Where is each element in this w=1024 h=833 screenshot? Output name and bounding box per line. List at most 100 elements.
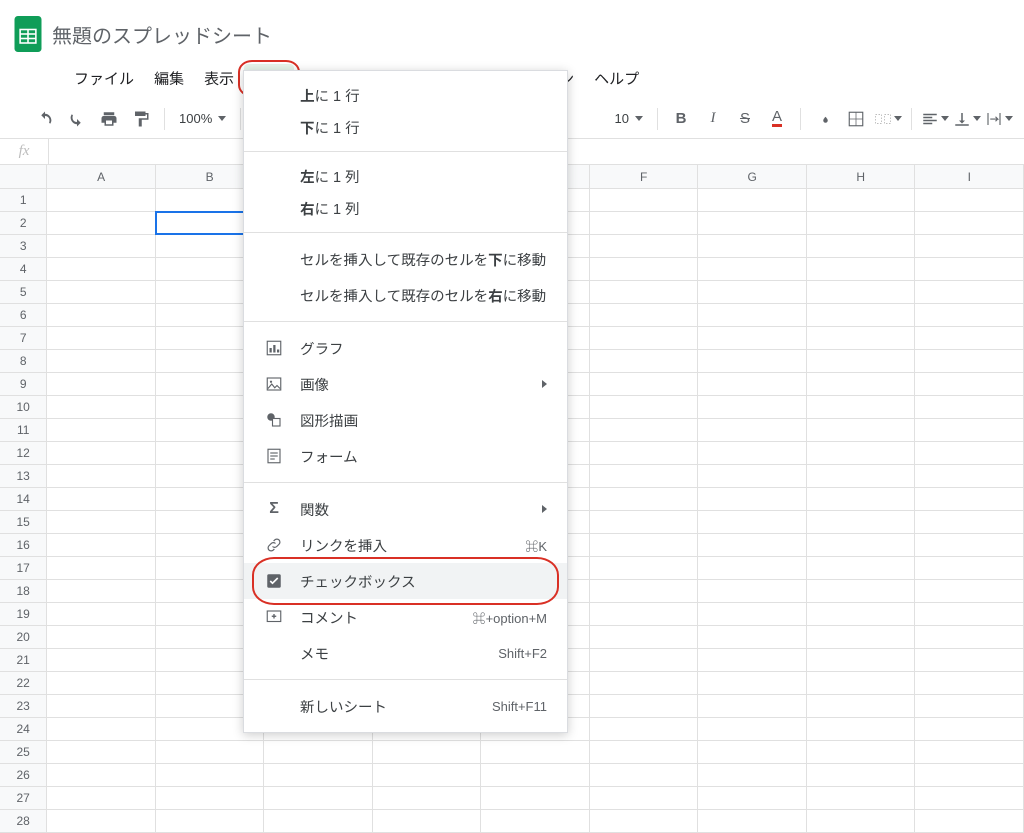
cell[interactable]	[698, 465, 807, 487]
bold-button[interactable]: B	[666, 104, 696, 134]
cell[interactable]	[590, 419, 699, 441]
cell[interactable]	[915, 534, 1024, 556]
cell[interactable]	[807, 810, 916, 832]
column-header[interactable]: F	[590, 165, 699, 188]
cell[interactable]	[698, 557, 807, 579]
sheets-logo-icon[interactable]	[8, 8, 48, 60]
insert-function[interactable]: Σ 関数	[244, 491, 567, 527]
cell[interactable]	[807, 511, 916, 533]
cell[interactable]	[590, 304, 699, 326]
cell[interactable]	[807, 534, 916, 556]
row-header[interactable]: 27	[0, 787, 47, 809]
cell[interactable]	[264, 787, 373, 809]
row-header[interactable]: 14	[0, 488, 47, 510]
cell[interactable]	[698, 741, 807, 763]
row-header[interactable]: 25	[0, 741, 47, 763]
row-header[interactable]: 9	[0, 373, 47, 395]
cell[interactable]	[915, 281, 1024, 303]
cell[interactable]	[47, 787, 156, 809]
cell[interactable]	[156, 741, 265, 763]
cell[interactable]	[590, 626, 699, 648]
cell[interactable]	[807, 396, 916, 418]
column-header[interactable]: A	[47, 165, 156, 188]
cell[interactable]	[698, 304, 807, 326]
cell[interactable]	[47, 258, 156, 280]
insert-chart[interactable]: グラフ	[244, 330, 567, 366]
column-header[interactable]: I	[915, 165, 1024, 188]
insert-drawing[interactable]: 図形描画	[244, 402, 567, 438]
cell[interactable]	[698, 212, 807, 234]
row-header[interactable]: 19	[0, 603, 47, 625]
row-header[interactable]: 4	[0, 258, 47, 280]
merge-cells-button[interactable]	[873, 104, 903, 134]
cell[interactable]	[698, 672, 807, 694]
cell[interactable]	[698, 810, 807, 832]
cell[interactable]	[915, 258, 1024, 280]
cell[interactable]	[807, 189, 916, 211]
cell[interactable]	[915, 810, 1024, 832]
cell[interactable]	[481, 787, 590, 809]
cell[interactable]	[915, 327, 1024, 349]
cell[interactable]	[47, 741, 156, 763]
paint-format-button[interactable]	[126, 104, 156, 134]
select-all-corner[interactable]	[0, 165, 47, 188]
cell[interactable]	[915, 442, 1024, 464]
cell[interactable]	[807, 764, 916, 786]
cell[interactable]	[915, 373, 1024, 395]
insert-checkbox[interactable]: チェックボックス	[244, 563, 567, 599]
cell[interactable]	[807, 603, 916, 625]
cell[interactable]	[807, 672, 916, 694]
cell[interactable]	[915, 695, 1024, 717]
insert-comment[interactable]: コメント ⌘+option+M	[244, 599, 567, 635]
cell[interactable]	[698, 373, 807, 395]
cell[interactable]	[915, 672, 1024, 694]
cell[interactable]	[590, 189, 699, 211]
cell[interactable]	[590, 764, 699, 786]
cell[interactable]	[47, 396, 156, 418]
cell[interactable]	[481, 764, 590, 786]
cell[interactable]	[698, 626, 807, 648]
cell[interactable]	[807, 787, 916, 809]
cell[interactable]	[915, 580, 1024, 602]
cell[interactable]	[698, 189, 807, 211]
cell[interactable]	[590, 787, 699, 809]
cell[interactable]	[698, 442, 807, 464]
text-wrap-button[interactable]	[984, 104, 1014, 134]
cell[interactable]	[698, 580, 807, 602]
row-header[interactable]: 17	[0, 557, 47, 579]
cell[interactable]	[590, 442, 699, 464]
cell[interactable]	[156, 764, 265, 786]
menu-file[interactable]: ファイル	[64, 64, 144, 93]
cell[interactable]	[807, 235, 916, 257]
cell[interactable]	[807, 626, 916, 648]
insert-form[interactable]: フォーム	[244, 438, 567, 474]
cell[interactable]	[915, 649, 1024, 671]
row-header[interactable]: 18	[0, 580, 47, 602]
cell[interactable]	[590, 672, 699, 694]
cell[interactable]	[590, 465, 699, 487]
cell[interactable]	[698, 764, 807, 786]
insert-col-right[interactable]: 右に 1 列	[244, 192, 567, 224]
cell[interactable]	[915, 626, 1024, 648]
cell[interactable]	[807, 741, 916, 763]
cell[interactable]	[47, 189, 156, 211]
cell[interactable]	[915, 557, 1024, 579]
cell[interactable]	[264, 764, 373, 786]
cell[interactable]	[590, 281, 699, 303]
cell[interactable]	[590, 534, 699, 556]
cell[interactable]	[47, 304, 156, 326]
cell[interactable]	[915, 304, 1024, 326]
cell[interactable]	[915, 350, 1024, 372]
row-header[interactable]: 8	[0, 350, 47, 372]
cell[interactable]	[915, 787, 1024, 809]
cell[interactable]	[590, 396, 699, 418]
row-header[interactable]: 28	[0, 810, 47, 832]
cell[interactable]	[915, 741, 1024, 763]
cell[interactable]	[47, 672, 156, 694]
redo-button[interactable]	[62, 104, 92, 134]
cell[interactable]	[47, 419, 156, 441]
row-header[interactable]: 11	[0, 419, 47, 441]
cell[interactable]	[47, 350, 156, 372]
cell[interactable]	[698, 787, 807, 809]
menu-view[interactable]: 表示	[194, 64, 244, 93]
